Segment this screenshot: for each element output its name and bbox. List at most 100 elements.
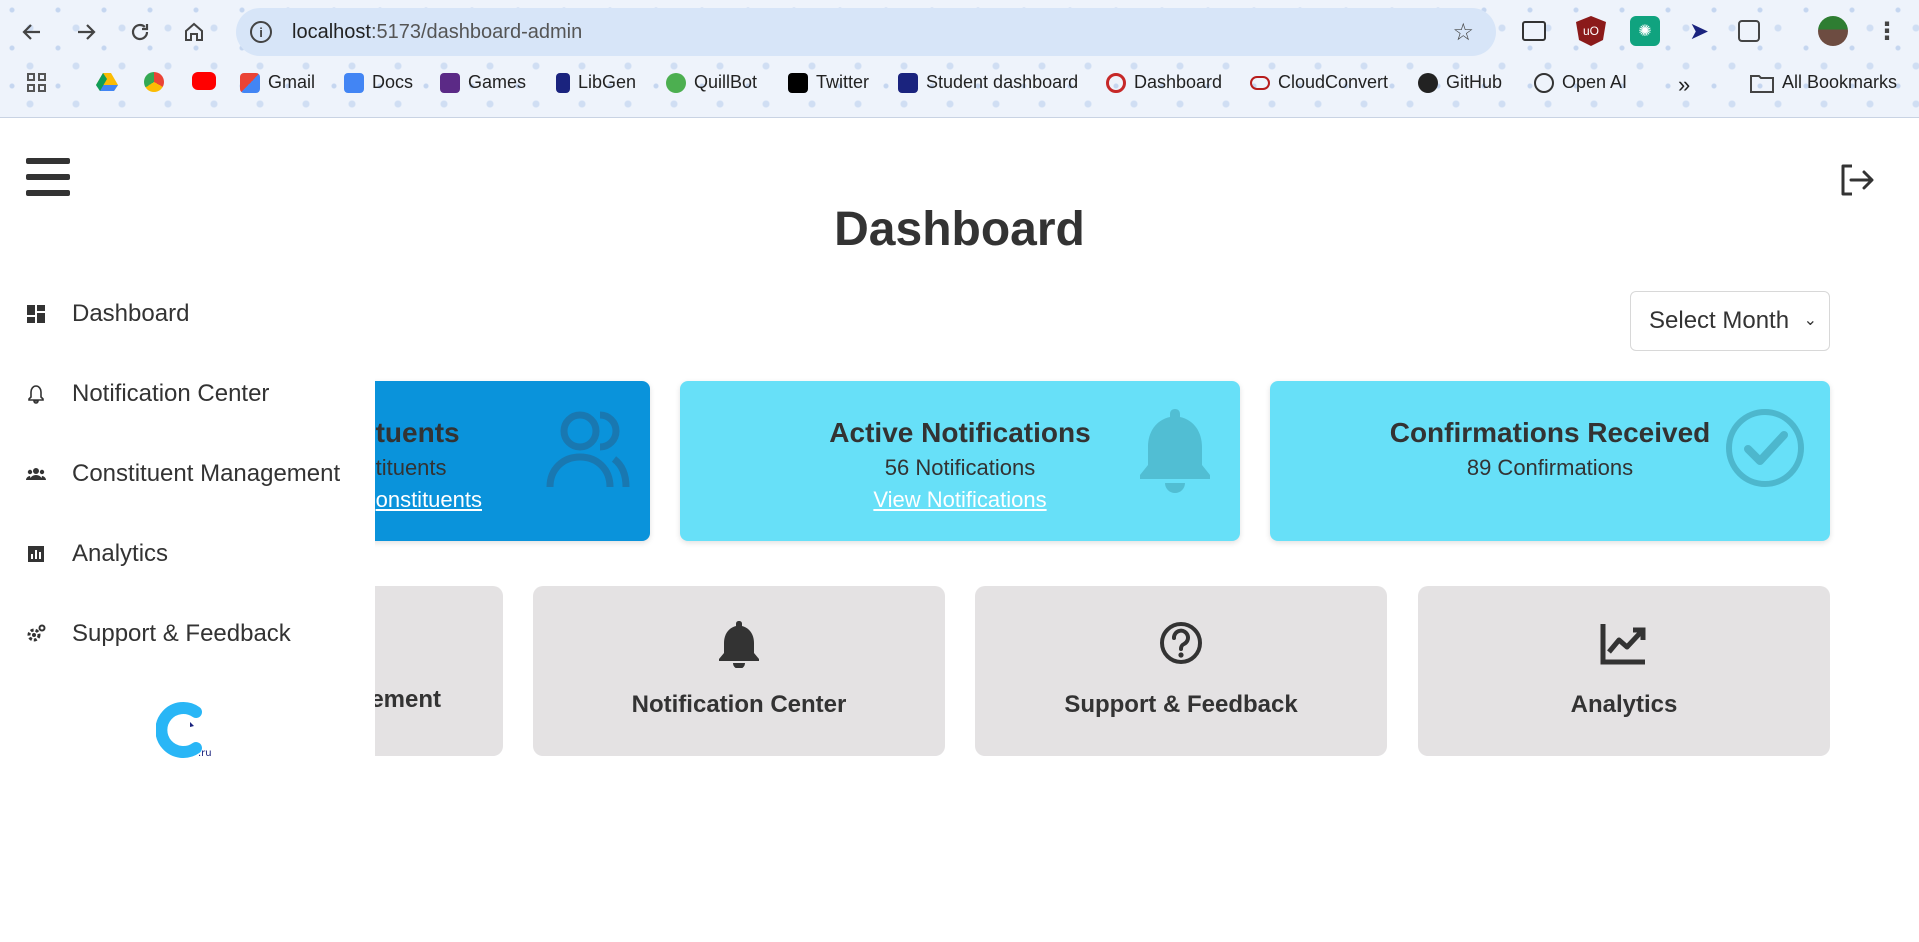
sidebar-item-label: Support & Feedback — [72, 620, 291, 647]
libgen-icon — [556, 72, 570, 93]
bookmark-dashboard[interactable]: Dashboard — [1106, 72, 1222, 93]
bookmark-gmail[interactable]: Gmail — [240, 72, 315, 93]
chevron-down-icon: ⌄ — [1803, 312, 1817, 329]
docs-icon — [344, 72, 364, 93]
url-path: :5173/dashboard-admin — [370, 20, 583, 43]
dashboard-favicon-icon — [1106, 72, 1126, 93]
student-dashboard-icon — [898, 72, 918, 93]
sidebar-item-label: Constituent Management — [72, 460, 341, 487]
question-circle-icon — [1160, 622, 1202, 664]
profile-avatar[interactable] — [1818, 16, 1848, 46]
nav-card-label: Analytics — [1570, 691, 1678, 718]
nav-card-analytics[interactable]: Analytics — [1418, 586, 1830, 756]
gear-icon — [27, 624, 46, 642]
browser-menu-icon[interactable]: ⋮ — [1872, 16, 1902, 46]
bookmark-label: Twitter — [816, 72, 870, 92]
view-notifications-link[interactable]: View Notifications — [873, 487, 1046, 513]
bookmarks-overflow-button[interactable]: » — [1678, 72, 1690, 98]
sidebar-item-analytics[interactable]: Analytics — [0, 534, 375, 574]
nav-card-notification-center[interactable]: Notification Center — [533, 586, 945, 756]
arrow-right-icon — [78, 24, 96, 40]
overflow-chevrons-icon: » — [1678, 72, 1691, 97]
bookmark-twitter[interactable]: Twitter — [788, 72, 869, 93]
sidebar-item-label: Dashboard — [72, 300, 190, 327]
openai-icon — [1534, 72, 1554, 93]
reload-icon — [131, 23, 149, 41]
month-select-value: Select Month — [1649, 307, 1790, 334]
home-button[interactable] — [176, 14, 212, 50]
nav-card-support-feedback[interactable]: Support & Feedback — [975, 586, 1387, 756]
reload-button[interactable] — [122, 14, 158, 50]
bookmark-libgen[interactable]: LibGen — [556, 72, 636, 93]
cloudconvert-icon — [1250, 75, 1270, 90]
folder-icon — [1750, 74, 1774, 93]
bookmarks-bar: Gmail Docs Games LibGen QuillBot Twitter… — [0, 68, 1919, 104]
all-bookmarks-button[interactable]: All Bookmarks — [1750, 72, 1897, 93]
bookmark-label: Dashboard — [1134, 72, 1223, 92]
sidebar-item-support-feedback[interactable]: Support & Feedback — [0, 614, 375, 654]
bookmark-label: QuillBot — [694, 72, 758, 92]
sidebar-item-constituent-management[interactable]: Constituent Management — [0, 454, 375, 494]
check-circle-icon — [1726, 409, 1804, 487]
picture-in-picture-icon[interactable] — [1522, 21, 1546, 41]
url-host: localhost — [292, 20, 371, 43]
bell-icon — [719, 621, 759, 669]
bookmark-openai[interactable]: Open AI — [1534, 72, 1627, 93]
github-icon — [1418, 72, 1438, 93]
hamburger-menu-icon[interactable] — [26, 158, 70, 196]
month-select[interactable]: Select Month ⌄ — [1630, 291, 1830, 351]
games-icon — [440, 72, 460, 93]
app-root: Dashboard Select Month ⌄ tuents tituents… — [0, 118, 1919, 942]
stat-card-confirmations: Confirmations Received 89 Confirmations — [1270, 381, 1830, 541]
logout-icon[interactable] — [1838, 162, 1874, 198]
bookmark-label: Open AI — [1562, 72, 1628, 92]
chart-icon — [28, 546, 44, 562]
bookmark-label: CloudConvert — [1278, 72, 1389, 92]
brand-logo: .ru — [156, 702, 212, 759]
stat-subtitle: tituents — [375, 455, 447, 480]
view-constituents-link[interactable]: onstituents — [376, 487, 482, 513]
sidebar-item-label: Notification Center — [72, 380, 270, 407]
home-icon — [185, 22, 203, 41]
nav-card-label: ement — [370, 686, 441, 713]
address-bar[interactable]: i localhost:5173/dashboard-admin ☆ — [236, 8, 1496, 56]
quillbot-icon — [666, 72, 686, 93]
users-icon — [26, 468, 46, 480]
back-button[interactable] — [14, 14, 50, 50]
x-icon — [788, 72, 808, 93]
bookmark-star-icon[interactable]: ☆ — [1452, 18, 1474, 47]
bookmark-docs[interactable]: Docs — [344, 72, 413, 93]
site-info-icon[interactable]: i — [250, 21, 272, 43]
bookmark-label: GitHub — [1446, 72, 1503, 92]
bookmark-label: Games — [468, 72, 527, 92]
cursor-extension-icon[interactable]: ➤ — [1684, 16, 1714, 46]
bookmark-student-dashboard[interactable]: Student dashboard — [898, 72, 1078, 93]
arrow-left-icon — [22, 24, 40, 40]
youtube-icon[interactable] — [192, 72, 216, 90]
sidebar-item-notification-center[interactable]: Notification Center — [0, 374, 375, 414]
bookmark-github[interactable]: GitHub — [1418, 72, 1502, 93]
bookmark-label: Gmail — [268, 72, 316, 92]
sidebar-item-label: Analytics — [72, 540, 169, 567]
nav-card-label: Support & Feedback — [1064, 691, 1298, 718]
bell-icon — [28, 385, 44, 404]
apps-grid-icon[interactable] — [26, 72, 48, 94]
bookmark-label: Docs — [372, 72, 414, 92]
forward-button[interactable] — [68, 14, 104, 50]
extensions-puzzle-icon[interactable] — [1738, 20, 1760, 42]
brand-logo-text: .ru — [198, 748, 212, 759]
chatgpt-extension-icon[interactable]: ✺ — [1630, 16, 1660, 46]
bookmark-games[interactable]: Games — [440, 72, 526, 93]
browser-chrome: i localhost:5173/dashboard-admin ☆ uO ✺ … — [0, 0, 1919, 118]
google-drive-icon[interactable] — [96, 72, 118, 92]
ublock-icon[interactable]: uO — [1576, 16, 1606, 46]
bookmark-cloudconvert[interactable]: CloudConvert — [1250, 72, 1388, 93]
bookmark-label: All Bookmarks — [1782, 72, 1898, 92]
bookmark-label: Student dashboard — [926, 72, 1079, 92]
bookmark-quillbot[interactable]: QuillBot — [666, 72, 757, 93]
chrome-web-store-icon[interactable] — [144, 72, 164, 92]
nav-card-label: Notification Center — [631, 691, 847, 718]
sidebar: Dashboard Notification Center Constituen… — [0, 250, 375, 810]
sidebar-item-dashboard[interactable]: Dashboard — [0, 294, 375, 334]
stat-card-active-notifications: Active Notifications 56 Notifications Vi… — [680, 381, 1240, 541]
